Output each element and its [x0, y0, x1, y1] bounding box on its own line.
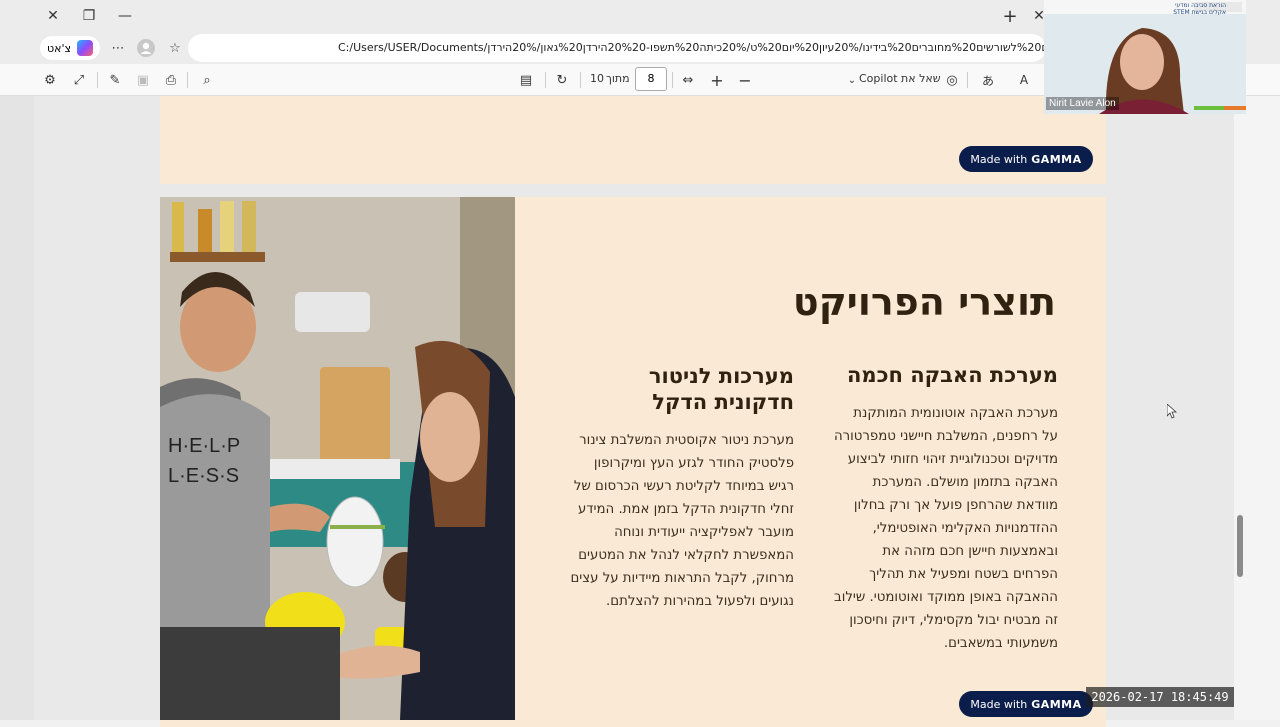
print-icon[interactable]: ⎙ — [161, 70, 181, 90]
edit-icon[interactable]: ✎ — [105, 70, 125, 90]
palm-weevil-text: מערכת ניטור אקוסטית המשלבת צינור פלסטיק … — [570, 433, 794, 609]
search-icon[interactable]: ⌕ — [197, 70, 217, 90]
page-number-input[interactable]: 8 — [635, 67, 667, 91]
fullscreen-icon[interactable]: ⤢ — [69, 70, 89, 90]
url-text: C:/Users/USER/Documents/‏לטכנולוגיה%20צו… — [338, 41, 1046, 54]
scrollbar-thumb[interactable] — [1237, 515, 1243, 577]
svg-text:L·E·S·S: L·E·S·S — [168, 465, 239, 487]
settings-icon[interactable]: ⚙ — [40, 70, 60, 90]
url-input[interactable]: C:/Users/USER/Documents/‏לטכנולוגיה%20צו… — [188, 34, 1046, 62]
previous-slide — [160, 96, 1106, 184]
webcam-overlay: הוראת סביבה ומדעי אקלים בגישת STEM Nirit… — [1044, 0, 1246, 114]
mouse-cursor-icon — [1166, 403, 1178, 424]
new-tab-icon[interactable]: + — [995, 4, 1025, 28]
page-view-icon[interactable]: ▤ — [516, 70, 536, 90]
copilot-chat-button[interactable]: צ'אט — [40, 36, 100, 60]
read-aloud-icon[interactable]: A — [1014, 70, 1034, 90]
profile-avatar-icon[interactable] — [136, 38, 156, 58]
fit-width-icon[interactable]: ⇔ — [678, 70, 698, 90]
webcam-banner: הוראת סביבה ומדעי אקלים בגישת STEM — [1173, 2, 1226, 16]
smart-pollination-text: מערכת האבקה אוטונומית המותקנת על רחפנים,… — [833, 406, 1058, 651]
page-of-label: מתוך — [606, 72, 630, 85]
toolbar-divider — [187, 72, 188, 88]
smart-pollination-heading: מערכת האבקה חכמה — [846, 363, 1058, 387]
toolbar-divider — [97, 72, 98, 88]
zoom-out-icon[interactable]: − — [735, 70, 755, 90]
total-pages: 10 — [590, 72, 604, 85]
favorites-icon[interactable]: ☆ — [165, 38, 185, 58]
copilot-pdf-icon[interactable]: ◎ — [942, 70, 962, 90]
toolbar-divider — [580, 72, 581, 88]
scrollbar-track[interactable] — [1234, 96, 1280, 720]
made-with-gamma-badge[interactable]: Made with GAMMA — [959, 691, 1093, 717]
made-with-gamma-badge[interactable]: Made with GAMMA — [959, 146, 1093, 172]
palm-weevil-heading: מערכות לניטור חדקונית הדקל — [648, 364, 794, 414]
ask-copilot-label[interactable]: שאל את Copilot — [859, 72, 941, 85]
minimize-window-icon[interactable]: — — [110, 4, 140, 28]
slide-photo: H·E·L·P L·E·S·S — [160, 197, 515, 720]
translate-icon[interactable]: あ — [978, 70, 998, 90]
participant-name: Nirit Lavie Alon — [1046, 97, 1119, 110]
restore-window-icon[interactable]: ❐ — [74, 4, 104, 28]
chat-label: צ'אט — [46, 41, 72, 55]
viewer-left-margin — [0, 96, 34, 720]
more-options-icon[interactable]: ⋯ — [108, 38, 128, 58]
svg-text:H·E·L·P: H·E·L·P — [168, 435, 240, 457]
badge-prefix: Made with — [970, 152, 1028, 166]
toolbar-divider — [967, 72, 968, 88]
close-window-icon[interactable]: ✕ — [38, 4, 68, 28]
rotate-icon[interactable]: ↻ — [552, 70, 572, 90]
slide-title: תוצרי הפרויקט — [792, 280, 1056, 324]
badge-brand: GAMMA — [1031, 697, 1082, 711]
toolbar-divider — [545, 72, 546, 88]
save-icon[interactable]: ▣ — [133, 70, 153, 90]
copilot-icon — [77, 40, 94, 56]
badge-prefix: Made with — [970, 697, 1028, 711]
recording-timestamp: 2026-02-17 18:45:49 — [1086, 687, 1234, 707]
toolbar-divider — [672, 72, 673, 88]
badge-brand: GAMMA — [1031, 152, 1082, 166]
zoom-in-icon[interactable]: + — [707, 70, 727, 90]
